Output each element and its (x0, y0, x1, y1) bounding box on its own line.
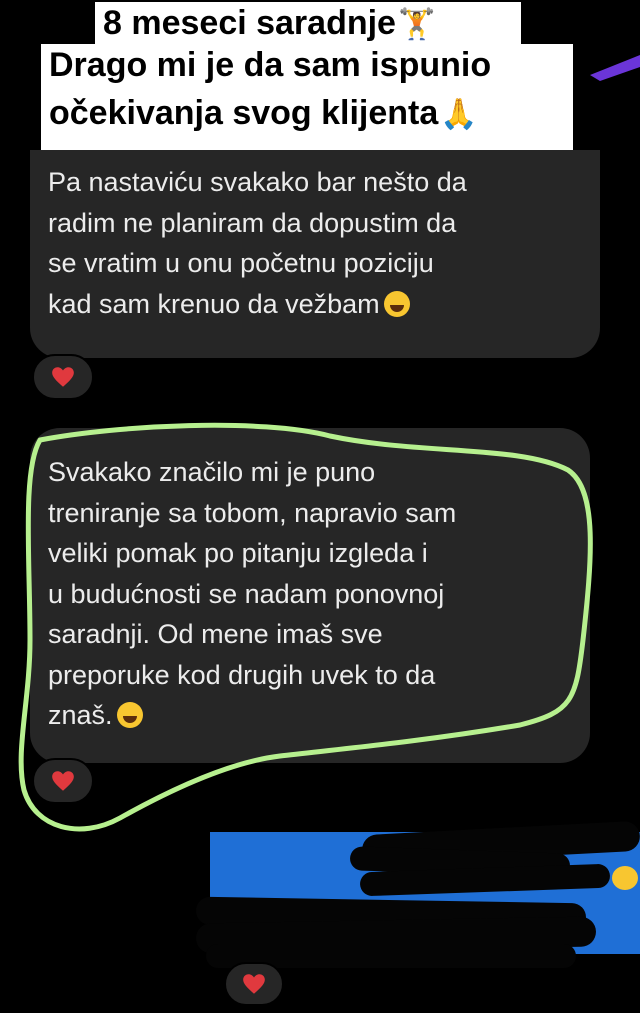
reaction-heart-3[interactable] (224, 962, 284, 1006)
chat-screenshot: 8 meseci saradnje🏋 Drago mi je da sam is… (0, 0, 640, 1013)
grinning-icon (612, 866, 638, 890)
heart-icon (243, 974, 265, 994)
